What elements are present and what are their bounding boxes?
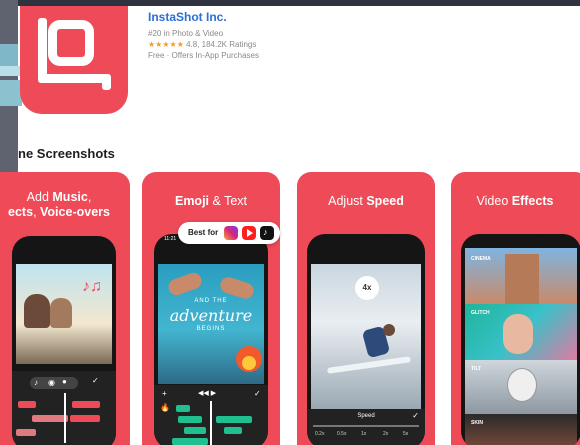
card-title: Video Effects <box>476 194 554 208</box>
screenshot-card-emoji-text[interactable]: Emoji & Text 11:21 AND THE adventure BEG… <box>142 172 280 445</box>
screenshot-card-effects[interactable]: Video Effects CINEMA GLITCH TILT SKIN <box>451 172 580 445</box>
music-note-icon: ♪♫ <box>82 278 102 295</box>
microphone-icon: ● <box>62 377 67 386</box>
phone-mockup: 4x Speed ✓ 0.2x 0.5x 1x 2x 5x <box>307 234 425 445</box>
emoji-track-icon: 🔥 <box>160 403 170 412</box>
filter-tilt[interactable]: TILT <box>465 360 577 414</box>
screenshot-card-speed[interactable]: Adjust Speed 4x Speed ✓ 0.2x 0.5x 1x 2x … <box>297 172 435 445</box>
check-icon[interactable]: ✓ <box>412 411 419 420</box>
video-preview: 4x <box>311 264 421 410</box>
card-title: Adjust Speed <box>328 194 404 208</box>
phone-mockup: CINEMA GLITCH TILT SKIN <box>461 234 580 445</box>
youtube-icon <box>242 226 256 240</box>
app-price: Free · Offers In-App Purchases <box>148 51 260 60</box>
rating-text: 4.8, 184.2K Ratings <box>186 40 257 49</box>
speed-indicator: 4x <box>355 276 379 300</box>
video-preview: AND THE adventure BEGINS <box>158 264 264 384</box>
phone-mockup: 11:21 AND THE adventure BEGINS + ◀◀ ▶ ✓ … <box>154 234 268 445</box>
star-rating-icon: ★★★★★ <box>148 40 184 49</box>
add-icon[interactable]: + <box>162 389 167 398</box>
filter-glitch[interactable]: GLITCH <box>465 304 577 360</box>
sound-icon: ◉ <box>48 378 55 387</box>
check-icon[interactable]: ✓ <box>92 376 99 385</box>
screenshots-section-title: ne Screenshots <box>18 146 115 161</box>
instagram-icon <box>224 226 238 240</box>
app-rating: ★★★★★ 4.8, 184.2K Ratings <box>148 40 259 49</box>
best-for-badge: Best for ♪ <box>178 222 280 244</box>
tiktok-icon: ♪ <box>260 226 274 240</box>
phone-mockup: ♪♫ ♪ ◉ ● ✓ <box>12 236 116 445</box>
developer-link[interactable]: InstaShot Inc. <box>148 10 259 24</box>
play-icon[interactable]: ◀◀ ▶ <box>198 389 216 397</box>
app-meta: InstaShot Inc. #20 in Photo & Video ★★★★… <box>148 10 259 60</box>
card-title: Emoji & Text <box>174 194 248 208</box>
video-preview: ♪♫ <box>16 264 112 364</box>
card-title: Add Music, ects, Voice-overs <box>8 190 110 219</box>
check-icon[interactable]: ✓ <box>254 389 261 398</box>
speed-controls: Speed ✓ 0.2x 0.5x 1x 2x 5x <box>307 409 425 445</box>
timeline[interactable]: + ◀◀ ▶ ✓ 🔥 <box>154 385 268 445</box>
speed-slider[interactable] <box>313 425 419 427</box>
filter-skin[interactable]: SKIN <box>465 414 577 445</box>
app-rank: #20 in Photo & Video <box>148 29 224 38</box>
screenshot-card-music[interactable]: Add Music, ects, Voice-overs ♪♫ ♪ ◉ ● ✓ <box>0 172 130 445</box>
filter-cinema[interactable]: CINEMA <box>465 248 577 304</box>
timeline[interactable]: ♪ ◉ ● ✓ <box>12 371 116 445</box>
music-note-icon: ♪ <box>34 378 38 387</box>
app-icon[interactable] <box>20 6 128 114</box>
